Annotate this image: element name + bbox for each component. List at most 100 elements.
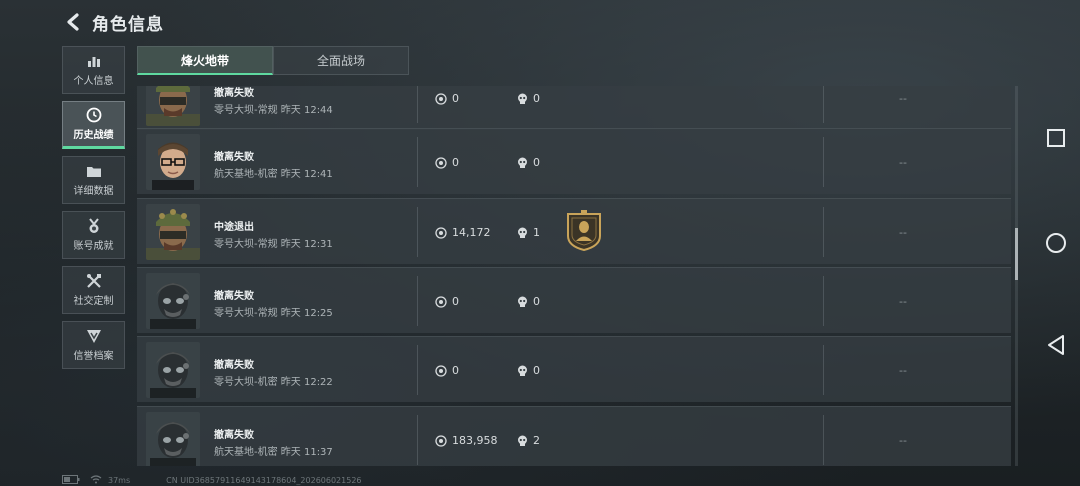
kill-count: 0 <box>517 156 540 169</box>
tab-full-battlefield[interactable]: 全面战场 <box>273 46 409 75</box>
match-result: 中途退出 <box>214 222 254 233</box>
extra-value: -- <box>899 364 907 377</box>
sidebar-item-personal-info[interactable]: 个人信息 <box>62 46 125 94</box>
extra-value: -- <box>899 92 907 105</box>
sidebar-item-detailed-data[interactable]: 详细数据 <box>62 156 125 204</box>
scroll-thumb[interactable] <box>1015 228 1018 280</box>
skull-icon <box>518 435 527 446</box>
extra-value: -- <box>899 434 907 447</box>
match-record-row[interactable]: 撤离失败 航天基地-机密 昨天 11:37 183,958 2 -- <box>137 406 1011 466</box>
coin-amount: 14,172 <box>452 226 491 239</box>
page-title: 角色信息 <box>92 14 164 35</box>
skull-icon <box>518 365 527 376</box>
skull-icon <box>518 93 527 104</box>
match-map-time: 航天基地-机密 昨天 12:41 <box>214 169 333 180</box>
kill-amount: 0 <box>533 364 540 377</box>
system-nav-bar <box>1030 0 1080 486</box>
row-divider <box>417 415 418 465</box>
match-record-row[interactable]: 撤离失败 零号大坝-机密 昨天 12:22 0 0 -- <box>137 336 1011 402</box>
coin-value: 0 <box>435 156 459 169</box>
match-result: 撤离失败 <box>214 360 254 371</box>
row-divider <box>823 86 824 123</box>
match-record-row[interactable]: 中途退出 零号大坝-常规 昨天 12:31 14,172 1 -- <box>137 198 1011 264</box>
bar-chart-icon <box>85 53 103 69</box>
coin-amount: 0 <box>452 92 459 105</box>
coin-icon <box>435 92 447 105</box>
kill-amount: 2 <box>533 434 540 447</box>
row-divider <box>823 137 824 187</box>
kill-amount: 0 <box>533 156 540 169</box>
coin-amount: 183,958 <box>452 434 498 447</box>
coin-amount: 0 <box>452 295 459 308</box>
skull-icon <box>518 157 527 168</box>
coin-value: 0 <box>435 364 459 377</box>
shield-badge-icon <box>85 328 103 344</box>
ping-text: 37ms <box>108 475 131 485</box>
row-divider <box>417 137 418 187</box>
recent-apps-icon[interactable] <box>1044 126 1068 150</box>
row-divider <box>823 345 824 395</box>
operator-avatar <box>146 86 200 126</box>
match-record-row[interactable]: 撤离失败 航天基地-机密 昨天 12:41 0 0 -- <box>137 128 1011 194</box>
match-record-row[interactable]: 撤离失败 零号大坝-常规 昨天 12:25 0 0 -- <box>137 267 1011 333</box>
kill-count: 0 <box>517 364 540 377</box>
sidebar-item-achievements[interactable]: 账号成就 <box>62 211 125 259</box>
status-footer: 37ms CN UID3685791164914317860​4_2026060… <box>62 474 362 486</box>
home-circle-icon[interactable] <box>1044 231 1068 255</box>
extra-value: -- <box>899 156 907 169</box>
kill-count: 0 <box>517 295 540 308</box>
match-history-list[interactable]: 撤离失败 零号大坝-常规 昨天 12:44 0 0 -- 撤离失败 航天基地-机… <box>137 86 1011 466</box>
tab-fenghuo-zone[interactable]: 烽火地带 <box>137 46 273 75</box>
row-divider <box>823 207 824 257</box>
coin-amount: 0 <box>452 364 459 377</box>
match-map-time: 零号大坝-常规 昨天 12:44 <box>214 105 333 116</box>
back-chevron-icon[interactable] <box>62 11 84 33</box>
match-map-time: 零号大坝-常规 昨天 12:25 <box>214 308 333 319</box>
coin-value: 183,958 <box>435 434 498 447</box>
medal-badge-icon[interactable] <box>564 210 604 256</box>
sidebar-item-label: 历史战绩 <box>73 130 114 141</box>
sidebar-item-social-custom[interactable]: 社交定制 <box>62 266 125 314</box>
match-record-row[interactable]: 撤离失败 零号大坝-常规 昨天 12:44 0 0 -- <box>137 86 1011 130</box>
coin-value: 0 <box>435 295 459 308</box>
sidebar-item-history[interactable]: 历史战绩 <box>62 101 125 149</box>
row-divider <box>417 86 418 123</box>
kill-count: 1 <box>517 226 540 239</box>
row-divider <box>417 207 418 257</box>
coin-value: 0 <box>435 92 459 105</box>
match-map-time: 零号大坝-常规 昨天 12:31 <box>214 239 333 250</box>
operator-avatar <box>146 342 200 398</box>
operator-avatar <box>146 134 200 190</box>
sidebar-item-label: 个人信息 <box>73 76 114 87</box>
kill-count: 2 <box>517 434 540 447</box>
match-result: 撤离失败 <box>214 152 254 163</box>
coin-icon <box>435 364 447 377</box>
back-triangle-icon[interactable] <box>1044 333 1068 357</box>
kill-amount: 1 <box>533 226 540 239</box>
match-result: 撤离失败 <box>214 430 254 441</box>
row-divider <box>417 345 418 395</box>
match-map-time: 零号大坝-机密 昨天 12:22 <box>214 377 333 388</box>
row-divider <box>823 276 824 326</box>
tools-icon <box>85 273 103 289</box>
battery-icon <box>62 474 80 486</box>
sidebar: 个人信息 历史战绩 详细数据 账号成就 社交定制 信誉档案 <box>62 46 125 376</box>
coin-icon <box>435 226 447 239</box>
sidebar-item-reputation[interactable]: 信誉档案 <box>62 321 125 369</box>
sidebar-item-label: 社交定制 <box>73 296 114 307</box>
row-divider <box>823 415 824 465</box>
match-map-time: 航天基地-机密 昨天 11:37 <box>214 447 333 458</box>
operator-avatar <box>146 412 200 466</box>
match-result: 撤离失败 <box>214 88 254 99</box>
extra-value: -- <box>899 226 907 239</box>
wifi-icon <box>90 474 102 486</box>
list-scrollbar[interactable] <box>1015 86 1018 466</box>
operator-avatar <box>146 204 200 260</box>
operator-avatar <box>146 273 200 329</box>
page-header: 角色信息 <box>62 8 164 36</box>
folder-icon <box>85 163 103 179</box>
extra-value: -- <box>899 295 907 308</box>
coin-icon <box>435 156 447 169</box>
match-result: 撤离失败 <box>214 291 254 302</box>
coin-icon <box>435 295 447 308</box>
